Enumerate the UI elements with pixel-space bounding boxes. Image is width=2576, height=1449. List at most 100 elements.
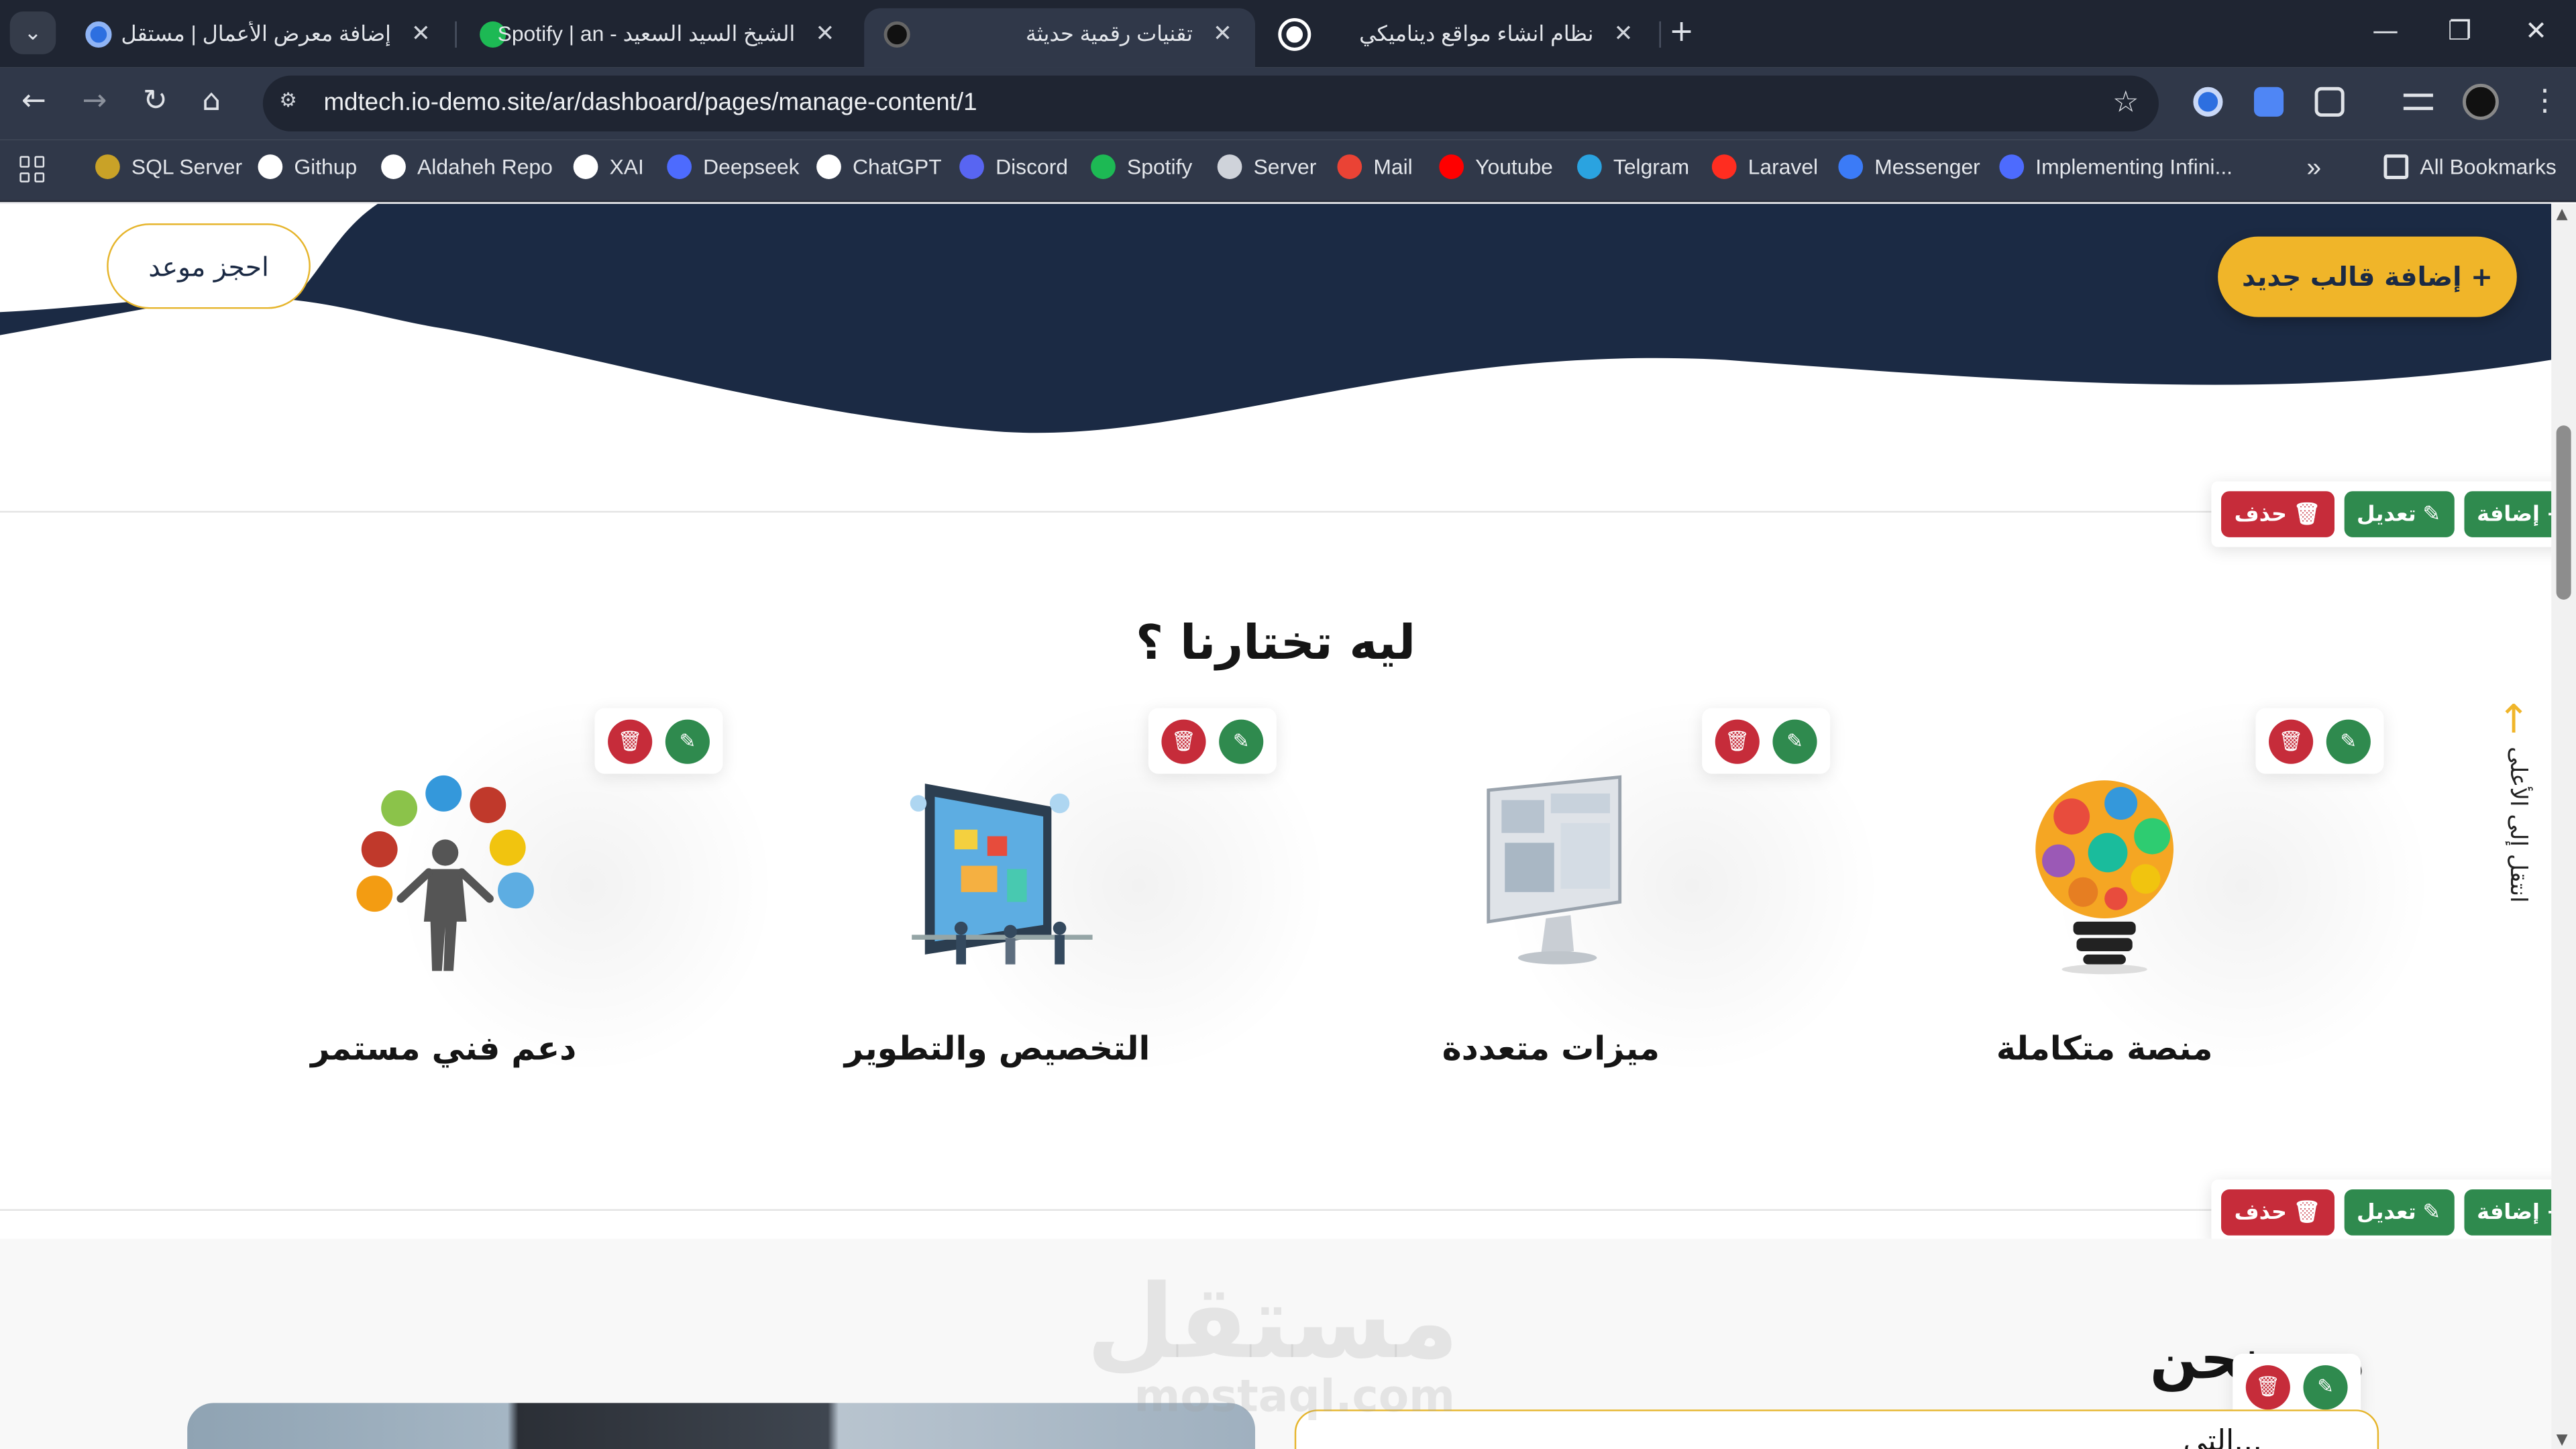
feature-card-controls: 🗑 ✎	[594, 708, 723, 774]
bookmark-label: Spotify	[1127, 154, 1193, 179]
add-section-button[interactable]: +إضافة	[2463, 1189, 2552, 1236]
delete-section-button[interactable]: 🗑 حذف	[2221, 491, 2334, 537]
tab-mostaql[interactable]: إضافة معرض الأعمال | مستقل ✕	[66, 8, 453, 60]
delete-card-button[interactable]: 🗑	[1715, 718, 1760, 763]
edit-icon: ✎	[2422, 1199, 2441, 1225]
close-tab-icon[interactable]: ✕	[1614, 19, 1633, 48]
bookmark-server[interactable]: Server	[1217, 154, 1317, 179]
tab-spotify[interactable]: الشيخ السيد السعيد - Spotify | an ✕	[460, 8, 858, 60]
delete-card-button[interactable]: 🗑	[1161, 718, 1206, 763]
tablet-team-icon	[910, 784, 1093, 965]
edit-card-button[interactable]: ✎	[665, 718, 710, 763]
scroll-down-icon[interactable]: ▼	[2557, 1433, 2568, 1449]
spotify-icon	[1091, 154, 1116, 179]
media-control-icon[interactable]	[2403, 93, 2433, 111]
edit-card-button[interactable]: ✎	[2303, 1364, 2348, 1409]
book-appointment-button[interactable]: احجز موعد	[107, 223, 311, 309]
hero-wave-background	[0, 203, 2552, 433]
home-icon[interactable]: ⌂	[202, 84, 221, 118]
extension-icon[interactable]	[2193, 87, 2223, 117]
tab-search-button[interactable]: ⌄	[9, 11, 56, 54]
edit-card-button[interactable]: ✎	[1772, 718, 1817, 763]
extension-icon[interactable]	[2254, 87, 2284, 117]
back-to-top-button[interactable]: ↑ انتقل إلى الأعلى	[2485, 696, 2534, 910]
bookmarks-bar: SQL Server Githup Aldaheh Repo XAI Deepseek C…	[0, 140, 2576, 203]
delete-section-button[interactable]: 🗑 حذف	[2221, 1189, 2334, 1236]
tab-chatgpt[interactable]: نظام انشاء مواقع ديناميكي ✕	[1262, 8, 1656, 60]
tab-title: نظام انشاء مواقع ديناميكي	[1359, 21, 1594, 46]
delete-card-button[interactable]: 🗑	[2245, 1364, 2290, 1409]
all-bookmarks[interactable]: All Bookmarks	[2383, 154, 2557, 179]
watermark-english: mostaql.com	[1134, 1371, 1456, 1423]
close-tab-icon[interactable]: ✕	[1213, 19, 1232, 48]
add-template-button[interactable]: + إضافة قالب جديد	[2218, 236, 2517, 317]
bookmark-mail[interactable]: Mail	[1337, 154, 1413, 179]
close-tab-icon[interactable]: ✕	[411, 19, 431, 48]
add-section-button[interactable]: +إضافة	[2463, 491, 2552, 537]
section-divider	[0, 511, 2552, 513]
github-icon	[381, 154, 406, 179]
close-window-icon[interactable]: ✕	[2525, 15, 2547, 46]
bookmark-githup[interactable]: Githup	[258, 154, 357, 179]
restore-icon[interactable]: ❐	[2448, 15, 2471, 46]
delete-card-button[interactable]: 🗑	[2269, 718, 2314, 763]
site-logo-icon	[883, 21, 910, 48]
edit-section-button[interactable]: ✎ تعديل	[2343, 491, 2454, 537]
edit-icon: ✎	[2422, 502, 2441, 527]
bookmark-laravel[interactable]: Laravel	[1711, 154, 1818, 179]
add-label: إضافة	[2477, 502, 2540, 527]
forward-icon[interactable]: →	[82, 84, 107, 118]
bookmark-star-icon[interactable]: ☆	[2112, 85, 2139, 119]
extensions-puzzle-icon[interactable]	[2314, 87, 2345, 117]
page-viewport: احجز موعد + إضافة قالب جديد 🗑 حذف ✎ تعديل …	[0, 203, 2552, 1449]
bookmark-discord[interactable]: Discord	[959, 154, 1068, 179]
edit-label: تعديل	[2357, 502, 2416, 527]
feature-card-controls: 🗑 ✎	[1702, 708, 1831, 774]
about-photo	[187, 1403, 1256, 1449]
page-scrollbar[interactable]: ▲ ▼	[2551, 203, 2576, 1449]
scrollbar-thumb[interactable]	[2556, 425, 2571, 600]
youtube-icon	[1439, 154, 1464, 179]
bookmark-messenger[interactable]: Messenger	[1838, 154, 1980, 179]
bookmark-xai[interactable]: XAI	[573, 154, 644, 179]
back-icon[interactable]: ←	[21, 84, 46, 118]
menu-kebab-icon[interactable]: ⋮	[2530, 84, 2559, 118]
monitor-website-icon	[1487, 775, 1622, 965]
bookmark-sql-server[interactable]: SQL Server	[95, 154, 242, 179]
delete-card-button[interactable]: 🗑	[608, 718, 653, 763]
edit-card-button[interactable]: ✎	[1219, 718, 1264, 763]
bookmark-aldaheh-repo[interactable]: Aldaheh Repo	[381, 154, 553, 179]
bookmark-implementing-infini[interactable]: Implementing Infini...	[1999, 154, 2233, 179]
apps-grid-icon[interactable]	[19, 156, 46, 182]
scroll-up-icon[interactable]: ▲	[2557, 207, 2568, 223]
url-text[interactable]: mdtech.io-demo.site/ar/dashboard/pages/m…	[323, 89, 977, 117]
minimize-icon[interactable]: —	[2372, 15, 2398, 46]
chevron-down-icon: ⌄	[23, 20, 42, 46]
address-bar[interactable]: ⚙ mdtech.io-demo.site/ar/dashboard/pages…	[262, 75, 2159, 131]
reload-icon[interactable]: ↻	[143, 84, 168, 118]
bookmark-telgram[interactable]: Telgram	[1577, 154, 1689, 179]
feature-label: التخصيص والتطوير	[844, 1028, 1150, 1068]
bookmark-deepseek[interactable]: Deepseek	[667, 154, 800, 179]
bookmark-chatgpt[interactable]: ChatGPT	[816, 154, 942, 179]
bookmark-label: Githup	[294, 154, 358, 179]
section-divider	[0, 1209, 2552, 1211]
more-bookmarks-icon[interactable]: »	[2306, 154, 2321, 184]
section-toolbar: 🗑حذف ✎تعديل +إضافة	[2211, 1179, 2552, 1246]
profile-avatar[interactable]	[2463, 83, 2499, 120]
lightbulb-apps-icon	[2035, 780, 2174, 975]
close-tab-icon[interactable]: ✕	[815, 19, 835, 48]
site-info-icon[interactable]: ⚙	[279, 89, 309, 118]
folder-icon	[2383, 154, 2409, 179]
arrow-up-icon: ↑	[2497, 696, 2530, 743]
tab-title: إضافة معرض الأعمال | مستقل	[121, 21, 391, 46]
bookmark-label: Server	[1253, 154, 1317, 179]
edit-card-button[interactable]: ✎	[2326, 718, 2371, 763]
edit-section-button[interactable]: ✎ تعديل	[2343, 1189, 2454, 1236]
tab-active-site[interactable]: تقنيات رقمية حديثة ✕	[864, 8, 1256, 68]
feature-label: دعم فني مستمر	[311, 1028, 577, 1068]
bookmark-spotify[interactable]: Spotify	[1091, 154, 1192, 179]
bookmark-youtube[interactable]: Youtube	[1439, 154, 1553, 179]
watermark-arabic: مستقل	[1086, 1261, 1459, 1382]
new-tab-icon[interactable]: +	[1669, 15, 1694, 49]
